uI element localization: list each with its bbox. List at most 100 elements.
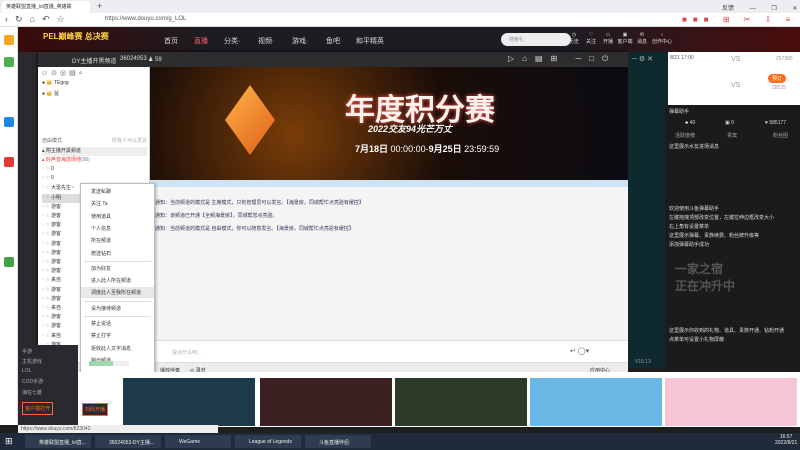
panel-tabs[interactable]: ☺⊙◎▤⌕ — [41, 69, 86, 78]
browser-tab[interactable]: 英雄联盟直播_lol直播_英雄联 — [2, 1, 90, 13]
nav-home[interactable]: 首页 — [164, 36, 178, 46]
client-open-button[interactable]: 客户端打开 — [22, 402, 54, 415]
book-button[interactable]: 预订 — [768, 74, 787, 83]
stream-thumbnail[interactable] — [665, 378, 797, 426]
vs-label: VS — [731, 56, 741, 63]
address-bar: ‹↻⌂↶☆ https://www.douyu.com/g_LOL ■■■ ⊞ … — [0, 13, 800, 27]
channel-row[interactable]: ▴ 好声音海选场地(56) — [42, 156, 147, 165]
menu-separator — [84, 300, 151, 302]
douyu-top-nav: PEL巅峰赛 总决赛 首页 直播 分类· 视频· 游戏· 鱼吧 和平精英 搜索礼… — [18, 27, 800, 52]
stream-thumbnails — [40, 372, 800, 427]
menu-item[interactable]: 关注 Ta — [81, 198, 154, 209]
history-button[interactable]: ◷ 历史 — [566, 32, 582, 45]
menu-item[interactable]: 进入此人所在频道 — [81, 275, 154, 286]
tab-fans[interactable]: 粉丝团 — [773, 132, 788, 139]
clock[interactable]: 16:57 2022/8/21 — [775, 434, 797, 446]
event-banner[interactable]: PEL巅峰赛 总决赛 — [43, 31, 109, 42]
taskbar-item[interactable]: 斗鱼直播伴侣 — [305, 435, 371, 448]
menu-item[interactable]: 使用道具 — [81, 211, 154, 222]
scan-live-button[interactable]: 扫码开播 — [82, 403, 109, 416]
url-input[interactable]: https://www.douyu.com/g_LOL — [105, 16, 186, 22]
menu-item[interactable]: 禁止说话 — [81, 318, 154, 329]
stream-thumbnail[interactable] — [530, 378, 662, 426]
favorites-icon[interactable] — [4, 35, 14, 45]
chat-message: 通知：当前频道的模式是 主席模式，只有管理员可以发言。【海景房，同城帮忙点亮验有… — [155, 200, 364, 206]
new-tab-button[interactable]: + — [97, 1, 102, 11]
window-controls[interactable]: 反馈 — ❐ ✕ — [722, 3, 797, 12]
tab-activity[interactable]: 活跃度榜 — [675, 132, 695, 139]
side-app-controls[interactable]: ─ ⚙ ✕ — [632, 55, 653, 63]
menu-item[interactable]: 所在频道 — [81, 235, 154, 246]
trophy-gem-icon — [225, 85, 275, 155]
messages-button[interactable]: ✉ 消息 — [634, 32, 650, 45]
chat-input-placeholder: 说点什么吧... — [172, 350, 202, 356]
user-row[interactable]: ● 👑 鼠 — [42, 90, 147, 99]
menu-item[interactable]: 赠送钻石 — [81, 248, 154, 259]
room-id: 36024053 — [120, 56, 147, 62]
menu-item[interactable]: 禁止打字 — [81, 330, 154, 341]
app-title-bar: DY主播开黑频道 36024053 ♟ 59 ▷⌂▤⊞ ─□⏻ — [38, 52, 628, 67]
extension-icons[interactable]: ■■■ ⊞ ✂ ⇩ ≡ — [682, 15, 796, 24]
taskbar: ⊞ 英雄联盟直播_lol直... 36024053-DY主播... WeGame… — [0, 433, 800, 450]
send-icon[interactable]: ↵ ◯▾ — [570, 347, 589, 355]
tab-vip[interactable]: 贵宾 — [727, 132, 737, 139]
chat-area: 通知：当前频道的模式是 主席模式，只有管理员可以发言。【海景房，同城帮忙点亮验有… — [150, 187, 628, 340]
channel-name: DY主播开黑频道 — [72, 59, 117, 65]
go-live-button[interactable]: ▭ 开播 — [600, 32, 616, 45]
side-app-panel: ─ ⚙ ✕ — [628, 52, 668, 368]
danmu-assistant-panel: 弹幕助手 ♣ 40 ▣ 0 ♥ 585177 活跃度榜 贵宾 粉丝团 这里展示水… — [635, 105, 800, 370]
ad-banner[interactable]: 一家之宿 正在冲升中 — [675, 260, 735, 294]
menu-separator — [84, 316, 151, 317]
app-icon[interactable] — [4, 117, 14, 127]
menu-item[interactable]: 调度此人至我所在频道 — [81, 287, 154, 299]
menu-item[interactable]: 加为好友 — [81, 263, 154, 274]
taskbar-item[interactable]: 英雄联盟直播_lol直... — [25, 435, 91, 448]
category-sidebar: 手游 主机游戏 LOL COD手游 海狂七雄 客户端打开 扫码开播 — [18, 345, 78, 425]
wechat-icon[interactable] — [4, 57, 14, 67]
banner-subtitle: 2022交友94光芒万丈 — [368, 124, 453, 134]
menu-item[interactable]: 个人信息 — [81, 223, 154, 234]
chat-message: 通知：该频道已开通【全频海景房】，同城帮您点亮验。 — [155, 213, 278, 219]
chat-message: 通知：当前频道的模式是 自由模式，你可以随意发言。【海景房，同城帮忙点亮验有缓控… — [155, 226, 354, 232]
start-icon[interactable]: ⊞ — [5, 436, 13, 447]
match-schedule: 8/21 17:00 VS 257985 VS 预订 28525 — [668, 52, 800, 105]
nav-video[interactable]: 视频· — [258, 36, 274, 46]
status-bar: https://www.douyu.com/823042 — [18, 425, 218, 433]
divider-strip — [150, 180, 628, 187]
nav-pubg[interactable]: 和平精英 — [356, 36, 384, 46]
context-menu: 发送私聊 关注 Ta 使用道具 个人信息 所在频道赠送钻石加为好友 进入此人所在频道 调度此… — [80, 183, 155, 373]
creator-center-button[interactable]: ♁ 创作中心 — [651, 32, 673, 45]
stream-thumbnail[interactable] — [123, 378, 255, 426]
app-icon[interactable] — [4, 257, 14, 267]
menu-item[interactable]: 拒收此人文字消息 — [81, 343, 154, 354]
channel-row[interactable]: ▴ 附主播开黑频道 — [42, 147, 147, 156]
nav-category[interactable]: 分类· — [224, 36, 240, 46]
taskbar-item[interactable]: WeGame — [165, 435, 231, 448]
menu-separator — [84, 260, 151, 262]
nav-games[interactable]: 游戏· — [292, 36, 308, 46]
enter-message: 这里展示水友进场消息 — [669, 144, 720, 150]
book-count: 257985 — [776, 56, 793, 62]
taskbar-item[interactable]: 36024053-DY主播... — [95, 435, 161, 448]
nav-buttons-icon[interactable]: ‹↻⌂↶☆ — [5, 14, 72, 25]
follow-button[interactable]: ♡ 关注 — [583, 32, 599, 45]
menu-item[interactable]: 发送私聊 — [81, 186, 154, 197]
app-icon[interactable] — [4, 157, 14, 167]
menu-item[interactable]: 设为接待频道 — [81, 303, 154, 314]
member-row[interactable]: ▫ ☆ 0 — [42, 166, 147, 175]
stream-thumbnail[interactable] — [395, 378, 527, 426]
taskbar-item[interactable]: League of Legends — [235, 435, 301, 448]
volume-slider[interactable] — [89, 361, 129, 366]
search-input[interactable]: 搜索礼 — [501, 33, 571, 46]
stream-thumbnail[interactable] — [260, 378, 392, 426]
event-banner-image[interactable]: 年度积分赛 2022交友94光芒万丈 7月18日 00:00:00-9月25日 … — [150, 67, 628, 180]
user-row[interactable]: ● 👑 TEgog — [42, 80, 147, 89]
app-window-controls[interactable]: ▷⌂▤⊞ ─□⏻ — [508, 54, 616, 64]
online-count: ♟ 59 — [148, 57, 162, 63]
client-button[interactable]: ▣ 客户端 — [617, 32, 633, 45]
book-count: 28525 — [772, 85, 786, 91]
nav-yuba[interactable]: 鱼吧 — [326, 36, 340, 46]
nav-live[interactable]: 直播 — [194, 36, 208, 46]
chat-input[interactable]: 说点什么吧... ↵ ◯▾ — [150, 340, 628, 362]
browser-sidebar — [0, 27, 18, 425]
